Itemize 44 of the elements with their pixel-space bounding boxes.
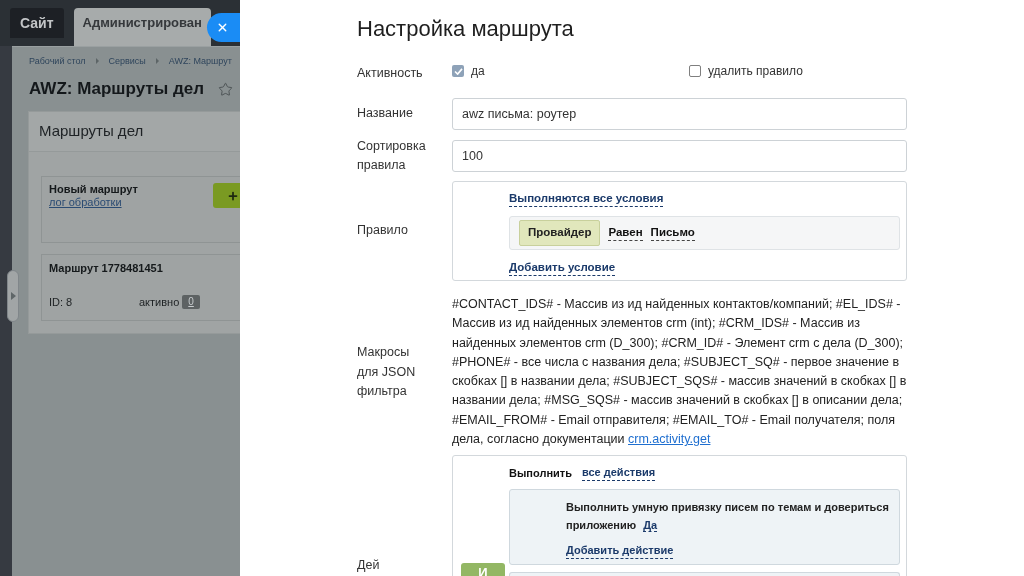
panel-toggle-handle[interactable] (7, 270, 19, 322)
star-icon[interactable] (217, 81, 233, 97)
checkbox[interactable] (689, 65, 701, 77)
chevron-right-icon (155, 58, 159, 64)
condition-field-button[interactable]: Провайдер (519, 220, 601, 246)
route-name: Маршрут 1778481451 (49, 262, 164, 275)
actions-mode-link[interactable]: все действия (582, 465, 656, 482)
action-text: Выполнить умную привязку писем по темам и довериться приложению Да (566, 500, 890, 535)
add-condition-link[interactable]: Добавить условие (509, 260, 616, 276)
action-value-link[interactable]: Да (643, 519, 658, 533)
panel-title: Маршруты дел (39, 121, 144, 142)
route-id: ID: 8 (49, 295, 74, 309)
close-button[interactable] (207, 13, 240, 42)
macros-description: #CONTACT_IDS# - Массив из ид найденных контактов/компаний; #EL_IDS# - Массив из ид найденных элементов crm (int); #CRM_IDS# - Массив из найденных элементов crm (D_300); #CRM_ID# - Элемент crm с дела (D_300); #PHONE# - все числа с названия дела; #SUBJECT_SQ# - первое значение в скобках [] в названии дела; #SUBJECT_SQS# - массив значений в скобках [] в названии дела; #MSG_SQS# - массив значений в скобках [] в описании дела; #EMAIL_FROM# - Email отправителя; #EMAIL_TO# - Email получателя; поля дела, согласно документации crm.activity.get (452, 296, 907, 449)
field-label: Правило (357, 222, 408, 240)
close-icon (216, 21, 229, 34)
condition-value[interactable]: Письмо (650, 225, 695, 241)
add-action-link[interactable]: Добавить действие (566, 543, 674, 560)
route-status: активно (139, 295, 180, 309)
page-title: AWZ: Маршруты дел (29, 79, 204, 99)
tab[interactable]: Сайт (10, 8, 64, 38)
field-label: Дей (357, 556, 380, 574)
field-label: Сортировка правила (357, 137, 427, 174)
plus-icon (227, 189, 239, 202)
chevron-right-icon (95, 58, 99, 64)
input-field[interactable]: 100 (452, 140, 907, 172)
documentation-link[interactable]: crm.activity.get (628, 432, 711, 447)
tab[interactable]: Администрирован (73, 8, 211, 46)
log-link[interactable]: лог обработки (49, 196, 213, 209)
panel-title: Настройка маршрута (357, 15, 575, 43)
execute-label: Выполнить (509, 466, 572, 482)
input-field[interactable]: awz письма: роутер (452, 98, 907, 130)
condition-operator[interactable]: Равен (608, 225, 643, 241)
condition-mode-link[interactable]: Выполняются все условия (509, 191, 664, 207)
count-badge: 0 (182, 295, 200, 309)
field-label: Активность (357, 65, 423, 83)
field-label: Название (357, 105, 413, 123)
checkbox-label: удалить правило (708, 64, 803, 78)
caret-right-icon (10, 292, 16, 300)
route-name: Новый маршрут (49, 183, 139, 196)
checkbox-label: да (471, 64, 485, 78)
checkbox[interactable] (452, 65, 464, 77)
checkmark-icon (453, 67, 463, 75)
field-label: Макросы для JSON фильтра (357, 344, 417, 400)
